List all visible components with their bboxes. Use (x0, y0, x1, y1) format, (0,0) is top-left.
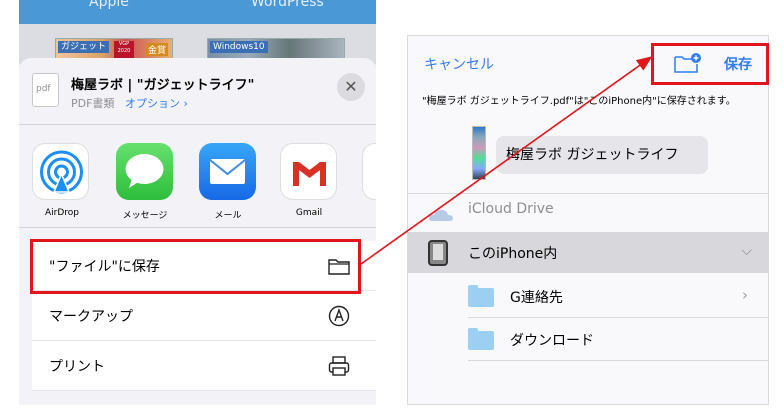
filename-field[interactable]: 梅屋ラボ ガジェットライフ (496, 136, 708, 174)
folder-row-downloads[interactable]: ダウンロード (408, 319, 768, 360)
thumb-tag: Windows10 (210, 41, 268, 53)
vgp-badge: VGP 2020 (114, 41, 134, 59)
location-label: このiPhone内 (468, 246, 558, 262)
close-icon: ✕ (344, 77, 358, 96)
divider (408, 193, 768, 194)
gmail-icon (293, 162, 326, 186)
tab-apple[interactable]: Apple (89, 0, 129, 10)
markup-action[interactable]: マークアップ (32, 291, 376, 340)
thumb-tag: ガジェット (58, 41, 110, 53)
tab-wordpress[interactable]: WordPress (251, 0, 324, 10)
chevron-right-icon: › (742, 286, 748, 304)
highlight-save-to-files (30, 239, 361, 294)
chevron-down-icon: ⌵ (741, 243, 752, 259)
share-sheet-screen: Apple WordPress ガジェット VGP 2020 金賞 Window… (19, 0, 376, 405)
divider (468, 360, 768, 361)
app-label: メール (214, 211, 242, 221)
airdrop-button[interactable] (32, 143, 89, 200)
print-action[interactable]: プリント (32, 341, 376, 390)
action-label: マークアップ (49, 309, 133, 325)
folder-icon (468, 328, 494, 350)
options-link[interactable]: オプション › (125, 95, 188, 111)
highlight-save-button (651, 43, 769, 85)
folder-row-contacts[interactable]: G連絡先 › (408, 276, 768, 317)
on-my-iphone-location[interactable]: このiPhone内 ⌵ (408, 232, 768, 273)
icloud-drive-location[interactable]: iCloud Drive (468, 201, 554, 217)
mail-icon (209, 159, 246, 184)
divider (19, 227, 376, 228)
icloud-icon (428, 210, 453, 221)
folder-label: G連絡先 (510, 290, 563, 306)
folder-label: ダウンロード (510, 333, 594, 349)
save-destination-info: "梅屋ラボ ガジェットライフ.pdf"は"このiPhone内"に保存されます。 (422, 96, 736, 107)
mail-button[interactable] (199, 143, 256, 200)
markup-icon (328, 305, 350, 327)
app-label: メッセージ (122, 211, 168, 221)
airdrop-icon (40, 150, 83, 194)
gmail-button[interactable] (280, 143, 337, 200)
document-kind: PDF書類 (71, 97, 115, 110)
files-save-dialog: キャンセル 保存 "梅屋ラボ ガジェットライフ.pdf"は"このiPhone内"… (407, 35, 769, 405)
header-tab-bar: Apple WordPress (19, 0, 376, 24)
printer-icon (328, 356, 350, 376)
share-sheet: pdf 梅屋ラボ | "ガジェットライフ" PDF書類 オプション › ✕ Ai… (19, 58, 376, 405)
document-title: 梅屋ラボ | "ガジェットライフ" (71, 78, 255, 93)
app-label: AirDrop (44, 208, 79, 218)
file-thumbnail (472, 126, 486, 180)
cancel-button[interactable]: キャンセル (424, 54, 494, 74)
more-app-button[interactable] (362, 143, 376, 200)
pdf-file-icon: pdf (32, 73, 59, 107)
divider (32, 390, 376, 391)
app-label: Gmail (295, 208, 323, 218)
divider (468, 317, 768, 318)
divider (19, 124, 376, 125)
messages-icon (125, 154, 164, 188)
messages-button[interactable] (116, 143, 173, 200)
iphone-icon (428, 240, 448, 266)
action-label: プリント (49, 359, 105, 375)
gold-award-badge: 金賞 (146, 43, 169, 56)
close-button[interactable]: ✕ (337, 73, 365, 101)
folder-icon (468, 285, 494, 307)
